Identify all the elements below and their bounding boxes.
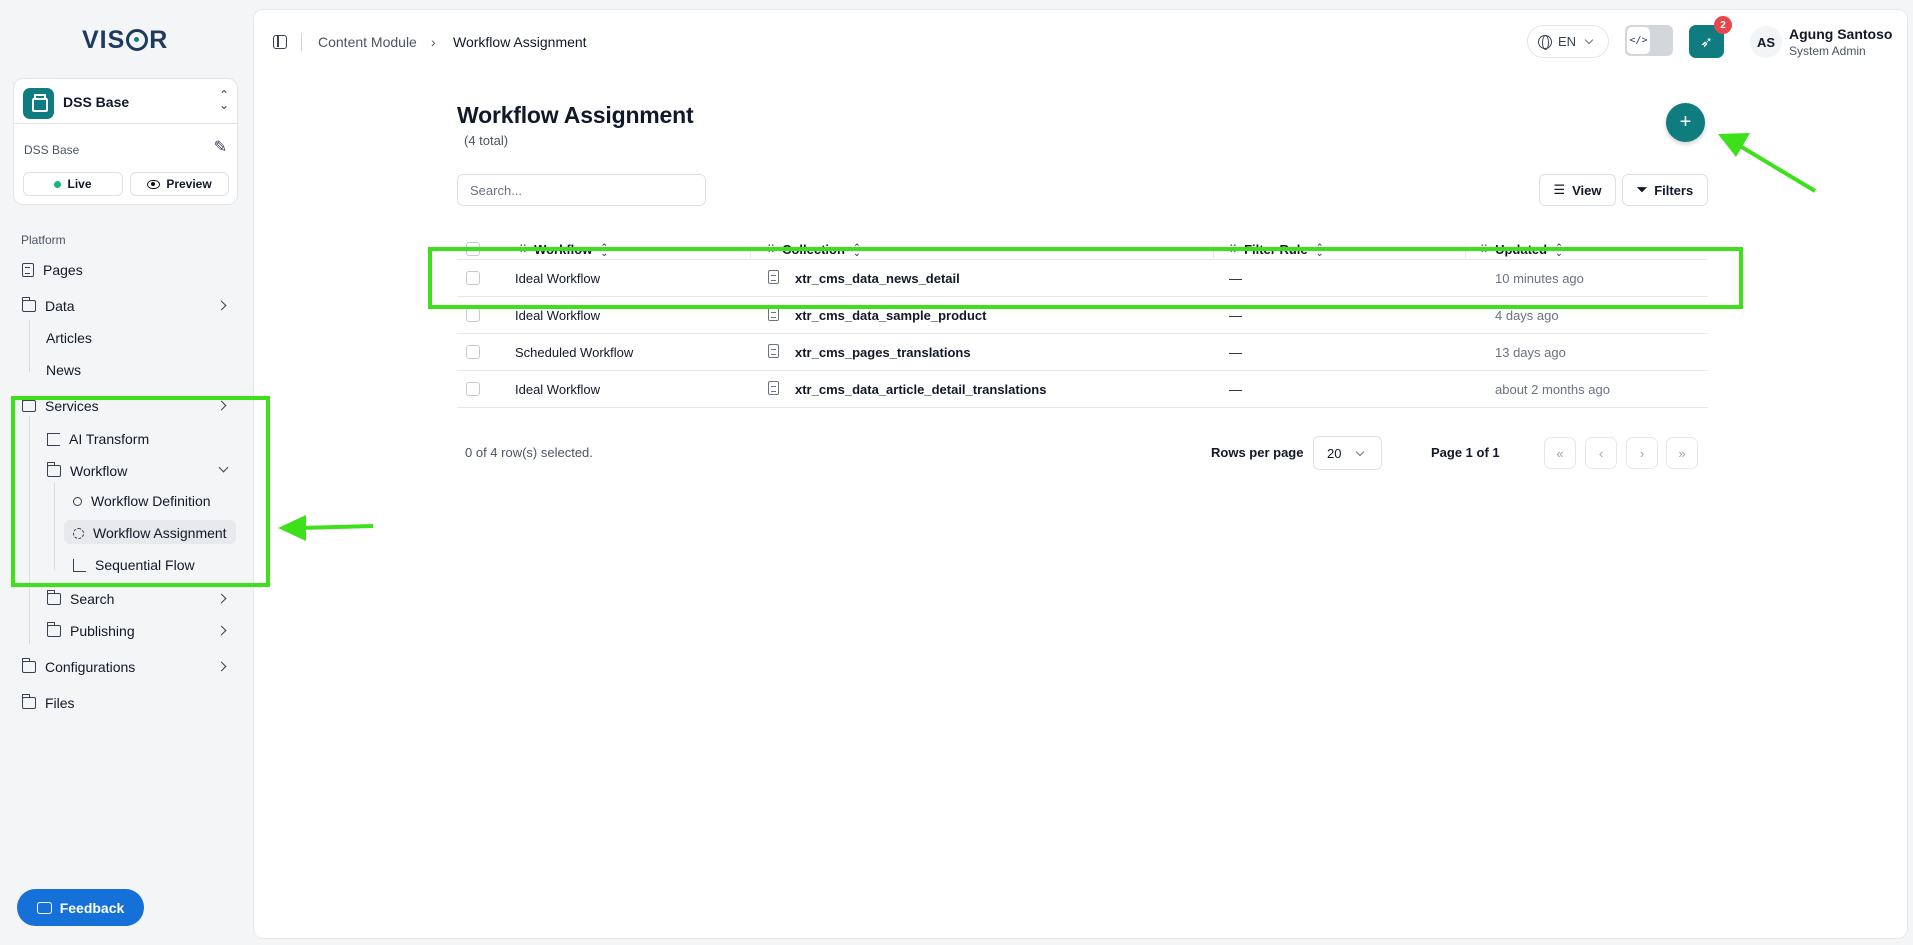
annotation-arrows [278, 133, 1817, 541]
